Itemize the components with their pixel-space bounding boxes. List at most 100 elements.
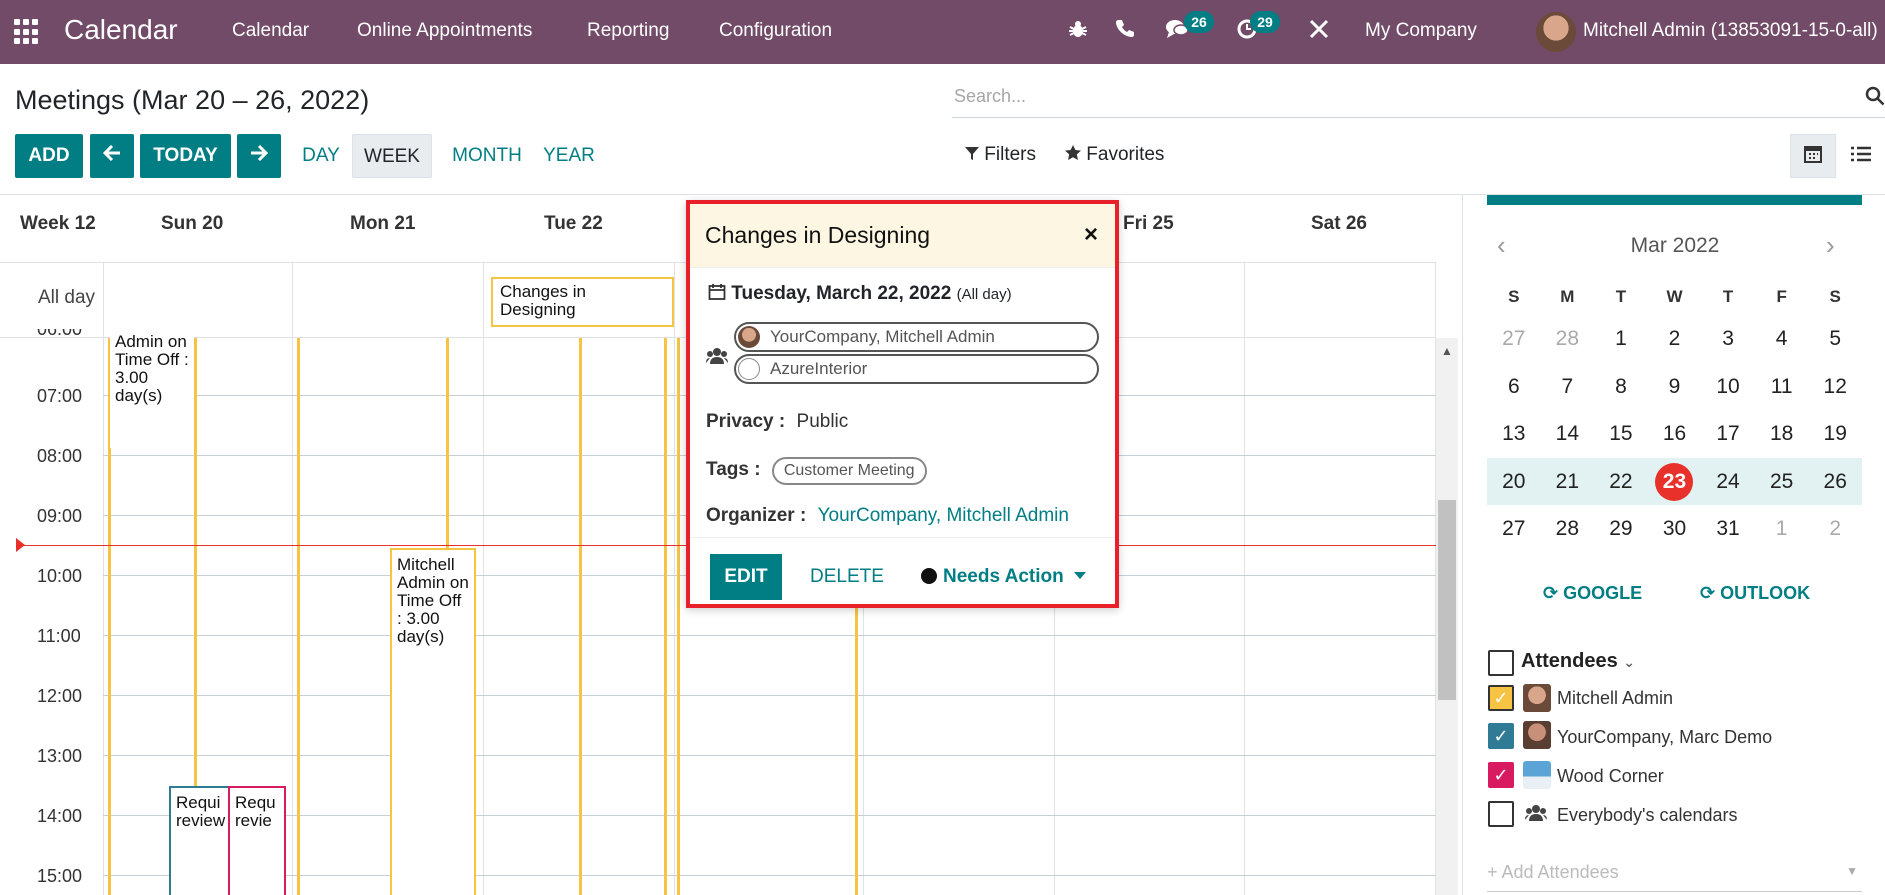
menu-calendar[interactable]: Calendar (232, 20, 309, 42)
attendee-name: Everybody's calendars (1557, 805, 1738, 825)
mini-day[interactable]: 27 (1487, 505, 1541, 553)
mini-day[interactable]: 7 (1541, 363, 1595, 411)
apps-menu-icon[interactable] (14, 17, 42, 45)
filters-button[interactable]: Filters (965, 143, 1036, 167)
search-input[interactable] (954, 86, 1834, 107)
mini-day[interactable]: 2 (1648, 315, 1702, 363)
mini-day[interactable]: 26 (1808, 457, 1862, 505)
mini-day[interactable]: 16 (1648, 410, 1702, 458)
prev-button[interactable] (90, 134, 134, 178)
mini-day[interactable]: 15 (1594, 410, 1648, 458)
mini-day[interactable]: 1 (1594, 315, 1648, 363)
phone-icon[interactable] (1115, 18, 1135, 43)
mini-day[interactable]: 28 (1541, 505, 1595, 553)
day-separator (1244, 262, 1245, 895)
mini-day[interactable]: 17 (1701, 410, 1755, 458)
mini-day[interactable]: 19 (1808, 410, 1862, 458)
dow-label: M (1560, 287, 1575, 306)
bug-icon[interactable] (1067, 18, 1089, 45)
today-button[interactable]: TODAY (140, 134, 231, 178)
meeting-event[interactable]: Requ revie (228, 786, 286, 895)
mini-day[interactable]: 11 (1755, 363, 1809, 411)
attendee-pill[interactable]: AzureInterior (734, 354, 1099, 384)
mini-day[interactable]: 10 (1701, 363, 1755, 411)
search-bar (952, 80, 1885, 118)
attendee-pill[interactable]: YourCompany, Mitchell Admin (734, 322, 1099, 352)
google-sync-button[interactable]: ⟳ GOOGLE (1543, 583, 1642, 604)
scale-year-button[interactable]: YEAR (540, 134, 598, 178)
attendees-select-all-checkbox[interactable] (1488, 650, 1514, 676)
day-header-tue[interactable]: Tue 22 (544, 210, 603, 238)
mini-day[interactable]: 18 (1755, 410, 1809, 458)
mini-day[interactable]: 29 (1594, 505, 1648, 553)
mini-day[interactable]: 25 (1754, 457, 1809, 505)
outlook-sync-button[interactable]: ⟳ OUTLOOK (1700, 583, 1810, 604)
menu-reporting[interactable]: Reporting (587, 20, 669, 42)
app-brand[interactable]: Calendar (64, 13, 178, 47)
company-switcher[interactable]: My Company (1365, 20, 1477, 42)
mini-day[interactable]: 22 (1594, 457, 1648, 505)
mini-day-today[interactable]: 23 (1647, 457, 1702, 505)
mini-day[interactable]: 21 (1540, 457, 1595, 505)
attendance-status-dropdown[interactable]: Needs Action (921, 565, 1086, 589)
scroll-up-icon[interactable]: ▲ (1441, 344, 1453, 358)
organizer-link[interactable]: YourCompany, Mitchell Admin (818, 505, 1069, 526)
mini-day[interactable]: 14 (1541, 410, 1595, 458)
mini-day[interactable]: 20 (1487, 457, 1541, 505)
mini-day[interactable]: 28 (1541, 315, 1595, 363)
event-date: Tuesday, March 22, 2022 (All day) (708, 282, 1012, 307)
mini-day[interactable]: 31 (1701, 505, 1755, 553)
tools-icon[interactable] (1308, 18, 1330, 45)
mini-day[interactable]: 2 (1808, 505, 1862, 553)
attendees-title[interactable]: Attendees ⌄ (1521, 650, 1635, 673)
mini-day[interactable]: 4 (1755, 315, 1809, 363)
menu-configuration[interactable]: Configuration (719, 20, 832, 42)
attendee-name: Wood Corner (1557, 766, 1664, 786)
mini-day[interactable]: 6 (1487, 363, 1541, 411)
attendee-checkbox[interactable]: ✓ (1488, 723, 1514, 749)
chevron-right-icon[interactable]: › (1826, 232, 1835, 258)
day-header-fri[interactable]: Fri 25 (1123, 210, 1174, 238)
mini-day[interactable]: 3 (1701, 315, 1755, 363)
user-menu[interactable]: Mitchell Admin (13853091-15-0-all) (1583, 20, 1878, 42)
event-date-note: (All day) (956, 286, 1012, 303)
list-view-button[interactable] (1838, 134, 1884, 178)
mini-day[interactable]: 27 (1487, 315, 1541, 363)
day-header-sun[interactable]: Sun 20 (161, 210, 223, 238)
calendar-view-button[interactable] (1790, 134, 1836, 178)
edit-button[interactable]: EDIT (710, 554, 782, 600)
attendee-checkbox[interactable]: ✓ (1488, 685, 1514, 711)
search-icon[interactable] (1865, 86, 1885, 112)
attendee-checkbox[interactable]: ✓ (1488, 762, 1514, 788)
mini-day[interactable]: 30 (1648, 505, 1702, 553)
mini-day[interactable]: 1 (1755, 505, 1809, 553)
favorites-button[interactable]: Favorites (1065, 143, 1164, 167)
mini-day[interactable]: 24 (1701, 457, 1755, 505)
delete-button[interactable]: DELETE (810, 565, 884, 589)
timeoff-event[interactable]: Mitchell Admin on Time Off : 3.00 day(s) (390, 548, 476, 895)
add-button[interactable]: ADD (15, 134, 83, 178)
calendar-scrollbar-thumb[interactable] (1438, 500, 1456, 700)
allday-event[interactable]: Changes in Designing (491, 277, 674, 327)
user-avatar[interactable] (1536, 12, 1576, 52)
day-header-sat[interactable]: Sat 26 (1311, 210, 1367, 238)
mini-day[interactable]: 13 (1487, 410, 1541, 458)
mini-day[interactable]: 8 (1594, 363, 1648, 411)
timeoff-event[interactable]: Admin on Time Off : 3.00 day(s) (110, 333, 194, 448)
mini-day[interactable]: 9 (1648, 363, 1702, 411)
close-icon[interactable]: × (1084, 221, 1098, 249)
attendee-checkbox[interactable] (1488, 801, 1514, 827)
day-header-mon[interactable]: Mon 21 (350, 210, 415, 238)
scale-week-button[interactable]: WEEK (352, 134, 432, 178)
menu-online-appointments[interactable]: Online Appointments (357, 20, 532, 42)
scale-day-button[interactable]: DAY (296, 134, 346, 178)
mini-day[interactable]: 5 (1808, 315, 1862, 363)
next-button[interactable] (237, 134, 281, 178)
calendar-icon (1803, 144, 1823, 169)
sidebar-accent-bar (1487, 195, 1862, 205)
meeting-event[interactable]: Requi review (169, 786, 231, 895)
mini-day[interactable]: 12 (1808, 363, 1862, 411)
add-attendees-placeholder: + Add Attendees (1487, 862, 1619, 882)
scale-month-button[interactable]: MONTH (438, 134, 536, 178)
add-attendees-input[interactable]: + Add Attendees ▼ (1487, 862, 1862, 892)
